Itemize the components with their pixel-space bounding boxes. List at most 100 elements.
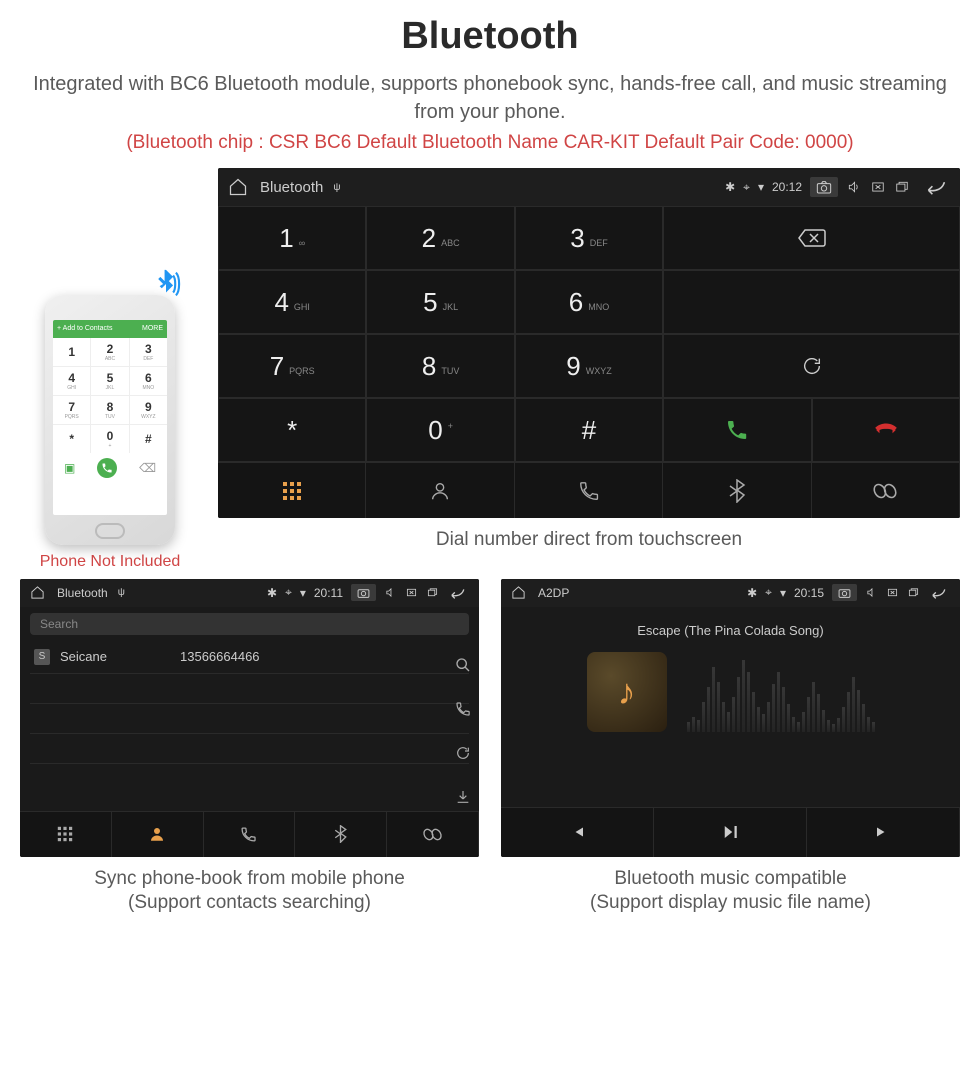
contacts-caption: Sync phone-book from mobile phone(Suppor… bbox=[20, 867, 479, 916]
phone-header-label: + Add to Contacts bbox=[57, 325, 112, 332]
call-end-key[interactable] bbox=[812, 398, 960, 462]
wifi-icon: ▾ bbox=[780, 586, 786, 600]
key-2[interactable]: 2ABC bbox=[366, 206, 514, 270]
contact-name: Seicane bbox=[60, 649, 180, 664]
camera-icon[interactable] bbox=[810, 177, 838, 197]
wifi-icon: ▾ bbox=[300, 586, 306, 600]
recent-apps-icon[interactable] bbox=[426, 587, 439, 598]
camera-icon[interactable] bbox=[832, 584, 857, 601]
dialer-screen: Bluetooth ψ ✱ ⌖ ▾ 20:12 bbox=[218, 168, 960, 518]
prev-track-button[interactable] bbox=[501, 808, 654, 857]
usb-icon: ψ bbox=[333, 182, 340, 193]
key-hash[interactable]: # bbox=[515, 398, 663, 462]
close-app-icon[interactable] bbox=[405, 587, 418, 598]
close-app-icon[interactable] bbox=[886, 587, 899, 598]
home-icon[interactable] bbox=[30, 585, 45, 600]
phone-screen: + Add to Contacts MORE 12ABC3DEF4GHI5JKL… bbox=[53, 320, 167, 515]
tab-call-log[interactable] bbox=[204, 812, 296, 857]
key-7[interactable]: 7PQRS bbox=[218, 334, 366, 398]
phone-mockup: + Add to Contacts MORE 12ABC3DEF4GHI5JKL… bbox=[45, 295, 175, 545]
phone-header-more: MORE bbox=[142, 325, 163, 332]
bluetooth-status-icon: ✱ bbox=[725, 180, 735, 194]
equalizer-bars bbox=[687, 652, 875, 732]
search-input[interactable]: Search bbox=[30, 613, 469, 635]
dialer-caption: Dial number direct from touchscreen bbox=[218, 528, 960, 553]
volume-icon[interactable] bbox=[846, 180, 862, 194]
music-visualizer: ♪ bbox=[517, 652, 944, 732]
search-icon[interactable] bbox=[455, 657, 471, 673]
bluetooth-signal-icon bbox=[149, 267, 183, 301]
call-answer-key[interactable] bbox=[663, 398, 811, 462]
phone-keypad: 12ABC3DEF4GHI5JKL6MNO7PQRS8TUV9WXYZ*0+# bbox=[53, 338, 167, 453]
key-4[interactable]: 4GHI bbox=[218, 270, 366, 334]
call-icon[interactable] bbox=[455, 701, 471, 717]
next-track-button[interactable] bbox=[807, 808, 960, 857]
backspace-icon: ⌫ bbox=[139, 461, 156, 475]
tab-bluetooth[interactable] bbox=[663, 463, 811, 518]
key-1[interactable]: 1∞ bbox=[218, 206, 366, 270]
key-0[interactable]: 0+ bbox=[366, 398, 514, 462]
recent-apps-icon[interactable] bbox=[907, 587, 920, 598]
album-art: ♪ bbox=[587, 652, 667, 732]
phone-not-included-note: Phone Not Included bbox=[20, 553, 200, 571]
back-icon[interactable] bbox=[922, 179, 946, 195]
phone-header: + Add to Contacts MORE bbox=[53, 320, 167, 338]
contacts-statusbar: Bluetooth ψ ✱ ⌖ ▾ 20:11 bbox=[20, 579, 479, 607]
music-controls bbox=[501, 807, 960, 857]
key-5[interactable]: 5JKL bbox=[366, 270, 514, 334]
contacts-bottom-tabs bbox=[20, 811, 479, 857]
side-action-icons bbox=[455, 657, 471, 805]
key-3[interactable]: 3DEF bbox=[515, 206, 663, 270]
contacts-screen: Bluetooth ψ ✱ ⌖ ▾ 20:11 Search bbox=[20, 579, 479, 857]
phone-bottom-bar: ▣ ⌫ bbox=[53, 453, 167, 483]
music-body: Escape (The Pina Colada Song) ♪ bbox=[501, 607, 960, 807]
contact-initial-badge: S bbox=[34, 649, 50, 665]
home-icon[interactable] bbox=[511, 585, 526, 600]
location-icon: ⌖ bbox=[765, 585, 772, 600]
phone-mockup-column: + Add to Contacts MORE 12ABC3DEF4GHI5JKL… bbox=[20, 295, 200, 571]
key-6[interactable]: 6MNO bbox=[515, 270, 663, 334]
tab-bluetooth[interactable] bbox=[295, 812, 387, 857]
statusbar-title: Bluetooth bbox=[260, 179, 323, 196]
recent-apps-icon[interactable] bbox=[894, 180, 910, 194]
key-9[interactable]: 9WXYZ bbox=[515, 334, 663, 398]
close-app-icon[interactable] bbox=[870, 180, 886, 194]
refresh-key[interactable] bbox=[663, 334, 960, 398]
contact-row[interactable]: S Seicane 13566664466 bbox=[30, 641, 469, 674]
location-icon: ⌖ bbox=[285, 585, 292, 600]
tab-call-log[interactable] bbox=[515, 463, 663, 518]
camera-icon[interactable] bbox=[351, 584, 376, 601]
tab-keypad[interactable] bbox=[20, 812, 112, 857]
refresh-icon[interactable] bbox=[455, 745, 471, 761]
clock-time: 20:11 bbox=[314, 586, 343, 600]
music-screen: A2DP ✱ ⌖ ▾ 20:15 Escape (The Pina Colada… bbox=[501, 579, 960, 857]
location-icon: ⌖ bbox=[743, 180, 750, 195]
bluetooth-spec-note: (Bluetooth chip : CSR BC6 Default Blueto… bbox=[20, 132, 960, 154]
dialer-statusbar: Bluetooth ψ ✱ ⌖ ▾ 20:12 bbox=[218, 168, 960, 206]
back-icon[interactable] bbox=[447, 587, 465, 599]
home-icon[interactable] bbox=[228, 177, 248, 197]
contact-row-empty bbox=[30, 674, 469, 704]
tab-contacts[interactable] bbox=[112, 812, 204, 857]
clock-time: 20:12 bbox=[772, 180, 802, 194]
contact-row-empty bbox=[30, 704, 469, 734]
volume-icon[interactable] bbox=[384, 587, 397, 598]
tab-pair[interactable] bbox=[812, 463, 960, 518]
backspace-key[interactable] bbox=[663, 206, 960, 270]
key-star[interactable]: * bbox=[218, 398, 366, 462]
download-icon[interactable] bbox=[455, 789, 471, 805]
tab-contacts[interactable] bbox=[366, 463, 514, 518]
dialer-bottom-tabs bbox=[218, 462, 960, 518]
statusbar-title: Bluetooth bbox=[57, 586, 108, 600]
phone-home-button bbox=[95, 523, 125, 539]
volume-icon[interactable] bbox=[865, 587, 878, 598]
statusbar-title: A2DP bbox=[538, 586, 569, 600]
key-8[interactable]: 8TUV bbox=[366, 334, 514, 398]
bluetooth-status-icon: ✱ bbox=[267, 586, 277, 600]
tab-keypad[interactable] bbox=[218, 463, 366, 518]
music-caption: Bluetooth music compatible(Support displ… bbox=[501, 867, 960, 916]
play-pause-button[interactable] bbox=[654, 808, 807, 857]
music-statusbar: A2DP ✱ ⌖ ▾ 20:15 bbox=[501, 579, 960, 607]
back-icon[interactable] bbox=[928, 587, 946, 599]
tab-pair[interactable] bbox=[387, 812, 479, 857]
